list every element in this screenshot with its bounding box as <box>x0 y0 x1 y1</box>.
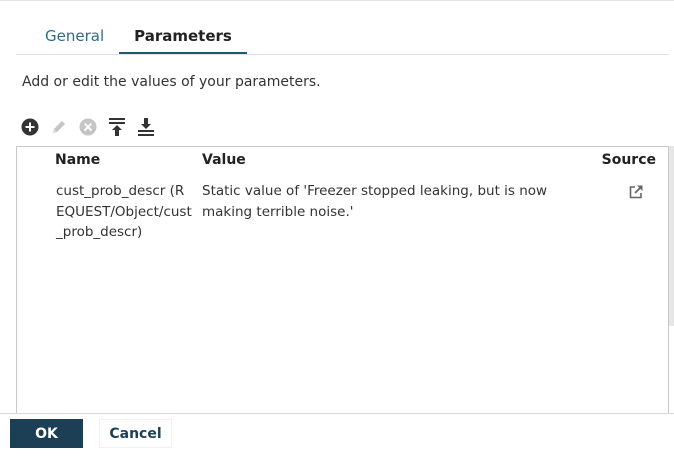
column-header-name[interactable]: Name <box>55 152 100 168</box>
remove-icon[interactable] <box>78 117 98 137</box>
parameter-name-cell: cust_prob_descr (REQUEST/Object/cust_pro… <box>56 183 192 240</box>
move-down-icon[interactable] <box>136 117 156 137</box>
tab-parameters[interactable]: Parameters <box>119 22 247 54</box>
column-header-source[interactable]: Source <box>602 152 656 168</box>
parameters-table: Name Value Source cust_prob_descr (REQUE… <box>16 146 669 414</box>
tab-general[interactable]: General <box>30 22 119 54</box>
add-icon[interactable] <box>20 117 40 137</box>
parameter-value-cell: Static value of 'Freezer stopped leaking… <box>202 183 548 220</box>
move-up-icon[interactable] <box>107 117 127 137</box>
tabs-divider <box>16 54 669 55</box>
description-text: Add or edit the values of your parameter… <box>22 74 321 90</box>
scrollbar[interactable] <box>669 146 674 326</box>
parameters-toolbar <box>20 116 165 138</box>
column-header-value[interactable]: Value <box>202 152 246 168</box>
external-link-icon[interactable] <box>628 184 646 200</box>
top-border <box>0 0 674 1</box>
ok-button[interactable]: OK <box>10 419 83 448</box>
footer-divider <box>0 413 674 414</box>
tab-bar: General Parameters <box>30 22 247 54</box>
cancel-button[interactable]: Cancel <box>99 419 172 448</box>
edit-icon[interactable] <box>49 117 69 137</box>
